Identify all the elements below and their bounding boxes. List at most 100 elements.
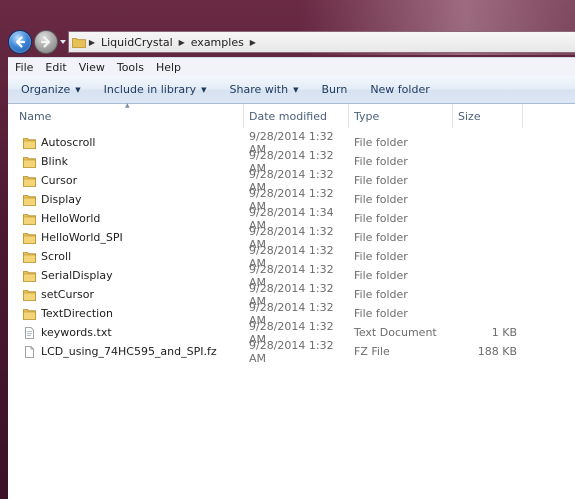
folder-icon bbox=[23, 251, 36, 263]
new-folder-button[interactable]: New folder bbox=[357, 83, 439, 96]
folder-icon bbox=[23, 289, 36, 301]
file-name: HelloWorld_SPI bbox=[41, 231, 123, 244]
menu-tools[interactable]: Tools bbox=[110, 61, 149, 74]
breadcrumb-label: LiquidCrystal bbox=[101, 35, 173, 49]
burn-label: Burn bbox=[321, 83, 348, 96]
menu-edit[interactable]: Edit bbox=[38, 61, 71, 74]
file-type: File folder bbox=[354, 307, 408, 320]
column-header-label: Type bbox=[354, 109, 380, 123]
sort-up-icon: ▲ bbox=[125, 102, 130, 109]
chevron-down-icon: ▼ bbox=[201, 85, 207, 94]
chevron-down-icon: ▼ bbox=[75, 85, 81, 94]
file-name: TextDirection bbox=[41, 307, 113, 320]
column-header-date[interactable]: Date modified bbox=[244, 104, 349, 128]
file-type: FZ File bbox=[354, 345, 390, 358]
folder-icon bbox=[23, 213, 36, 225]
recent-pages-chevron-icon[interactable] bbox=[59, 38, 67, 46]
file-list: ▲ Name Date modified Type Size Autoscrol… bbox=[8, 102, 575, 499]
column-header-name[interactable]: ▲ Name bbox=[8, 102, 244, 128]
new-folder-label: New folder bbox=[370, 83, 430, 96]
file-row[interactable]: LCD_using_74HC595_and_SPI.fz 9/28/2014 1:… bbox=[8, 339, 575, 365]
file-name: Display bbox=[41, 193, 82, 206]
column-header-type[interactable]: Type bbox=[349, 104, 453, 128]
file-rows: Autoscroll 9/28/2014 1:32 AM File folder Bl… bbox=[8, 130, 575, 365]
navigation-bar: ▶ LiquidCrystal ▶ examples ▶ bbox=[0, 26, 575, 58]
file-name-cell[interactable]: keywords.txt bbox=[8, 326, 244, 339]
file-name-cell[interactable]: SerialDisplay bbox=[8, 269, 244, 282]
file-type: Text Document bbox=[354, 326, 437, 339]
file-name: Cursor bbox=[41, 174, 78, 187]
file-name: HelloWorld bbox=[41, 212, 101, 225]
file-size: 1 KB bbox=[491, 326, 517, 339]
breadcrumb-arrow-icon[interactable]: ▶ bbox=[176, 38, 188, 47]
file-name: keywords.txt bbox=[41, 326, 112, 339]
file-name: Blink bbox=[41, 155, 69, 168]
menu-view[interactable]: View bbox=[72, 61, 110, 74]
folder-icon bbox=[23, 175, 36, 187]
file-name-cell[interactable]: Display bbox=[8, 193, 244, 206]
file-size: 188 KB bbox=[477, 345, 517, 358]
file-type: File folder bbox=[354, 155, 408, 168]
include-in-library-label: Include in library bbox=[103, 83, 197, 96]
file-type: File folder bbox=[354, 288, 408, 301]
folder-icon bbox=[23, 232, 36, 244]
share-with-label: Share with bbox=[229, 83, 289, 96]
back-button[interactable] bbox=[8, 30, 32, 54]
forward-button[interactable] bbox=[34, 30, 58, 54]
command-bar: Organize ▼ Include in library ▼ Share wi… bbox=[8, 76, 575, 104]
breadcrumb-item-liquidcrystal[interactable]: LiquidCrystal ▶ bbox=[98, 36, 188, 49]
column-header-row: ▲ Name Date modified Type Size bbox=[8, 102, 575, 128]
folder-icon bbox=[72, 37, 86, 48]
folder-icon bbox=[23, 194, 36, 206]
file-name-cell[interactable]: HelloWorld bbox=[8, 212, 244, 225]
breadcrumb-label: examples bbox=[190, 35, 244, 49]
folder-icon bbox=[23, 308, 36, 320]
share-with-button[interactable]: Share with ▼ bbox=[217, 83, 309, 96]
file-type: File folder bbox=[354, 136, 408, 149]
column-header-label: Size bbox=[458, 109, 481, 123]
file-name-cell[interactable]: Scroll bbox=[8, 250, 244, 263]
file-type: File folder bbox=[354, 250, 408, 263]
file-type: File folder bbox=[354, 231, 408, 244]
burn-button[interactable]: Burn bbox=[308, 83, 357, 96]
organize-button[interactable]: Organize ▼ bbox=[8, 83, 91, 96]
breadcrumb-arrow-icon[interactable]: ▶ bbox=[247, 38, 259, 47]
arrow-right-icon bbox=[40, 36, 51, 48]
breadcrumb-item-examples[interactable]: examples ▶ bbox=[188, 36, 259, 49]
include-in-library-button[interactable]: Include in library ▼ bbox=[91, 83, 217, 96]
folder-icon bbox=[23, 156, 36, 168]
menu-help[interactable]: Help bbox=[149, 61, 186, 74]
file-type: File folder bbox=[354, 212, 408, 225]
menu-bar: File Edit View Tools Help bbox=[8, 57, 575, 77]
file-name: LCD_using_74HC595_and_SPI.fz bbox=[41, 345, 217, 358]
column-header-label: Name bbox=[19, 109, 52, 123]
arrow-left-icon bbox=[15, 36, 26, 48]
file-type: File folder bbox=[354, 193, 408, 206]
file-name-cell[interactable]: Cursor bbox=[8, 174, 244, 187]
organize-label: Organize bbox=[21, 83, 71, 96]
file-name: SerialDisplay bbox=[41, 269, 113, 282]
breadcrumb-root-arrow[interactable]: ▶ bbox=[86, 38, 98, 47]
text-file-icon bbox=[23, 326, 36, 339]
file-date: 9/28/2014 1:32 AM bbox=[249, 338, 334, 365]
file-name: Autoscroll bbox=[41, 136, 96, 149]
address-bar[interactable]: ▶ LiquidCrystal ▶ examples ▶ bbox=[68, 31, 575, 53]
file-name-cell[interactable]: TextDirection bbox=[8, 307, 244, 320]
file-name-cell[interactable]: LCD_using_74HC595_and_SPI.fz bbox=[8, 345, 244, 358]
column-header-size[interactable]: Size bbox=[453, 104, 523, 128]
file-icon bbox=[23, 345, 36, 358]
chevron-down-icon: ▼ bbox=[293, 85, 299, 94]
file-name-cell[interactable]: setCursor bbox=[8, 288, 244, 301]
file-name: setCursor bbox=[41, 288, 94, 301]
column-header-label: Date modified bbox=[249, 109, 327, 123]
file-type: File folder bbox=[354, 174, 408, 187]
folder-icon bbox=[23, 137, 36, 149]
file-name-cell[interactable]: HelloWorld_SPI bbox=[8, 231, 244, 244]
file-name: Scroll bbox=[41, 250, 72, 263]
menu-file[interactable]: File bbox=[8, 61, 38, 74]
file-name-cell[interactable]: Autoscroll bbox=[8, 136, 244, 149]
file-type: File folder bbox=[354, 269, 408, 282]
folder-icon bbox=[23, 270, 36, 282]
file-name-cell[interactable]: Blink bbox=[8, 155, 244, 168]
window-frame: ▶ LiquidCrystal ▶ examples ▶ File Edit V… bbox=[0, 0, 575, 499]
